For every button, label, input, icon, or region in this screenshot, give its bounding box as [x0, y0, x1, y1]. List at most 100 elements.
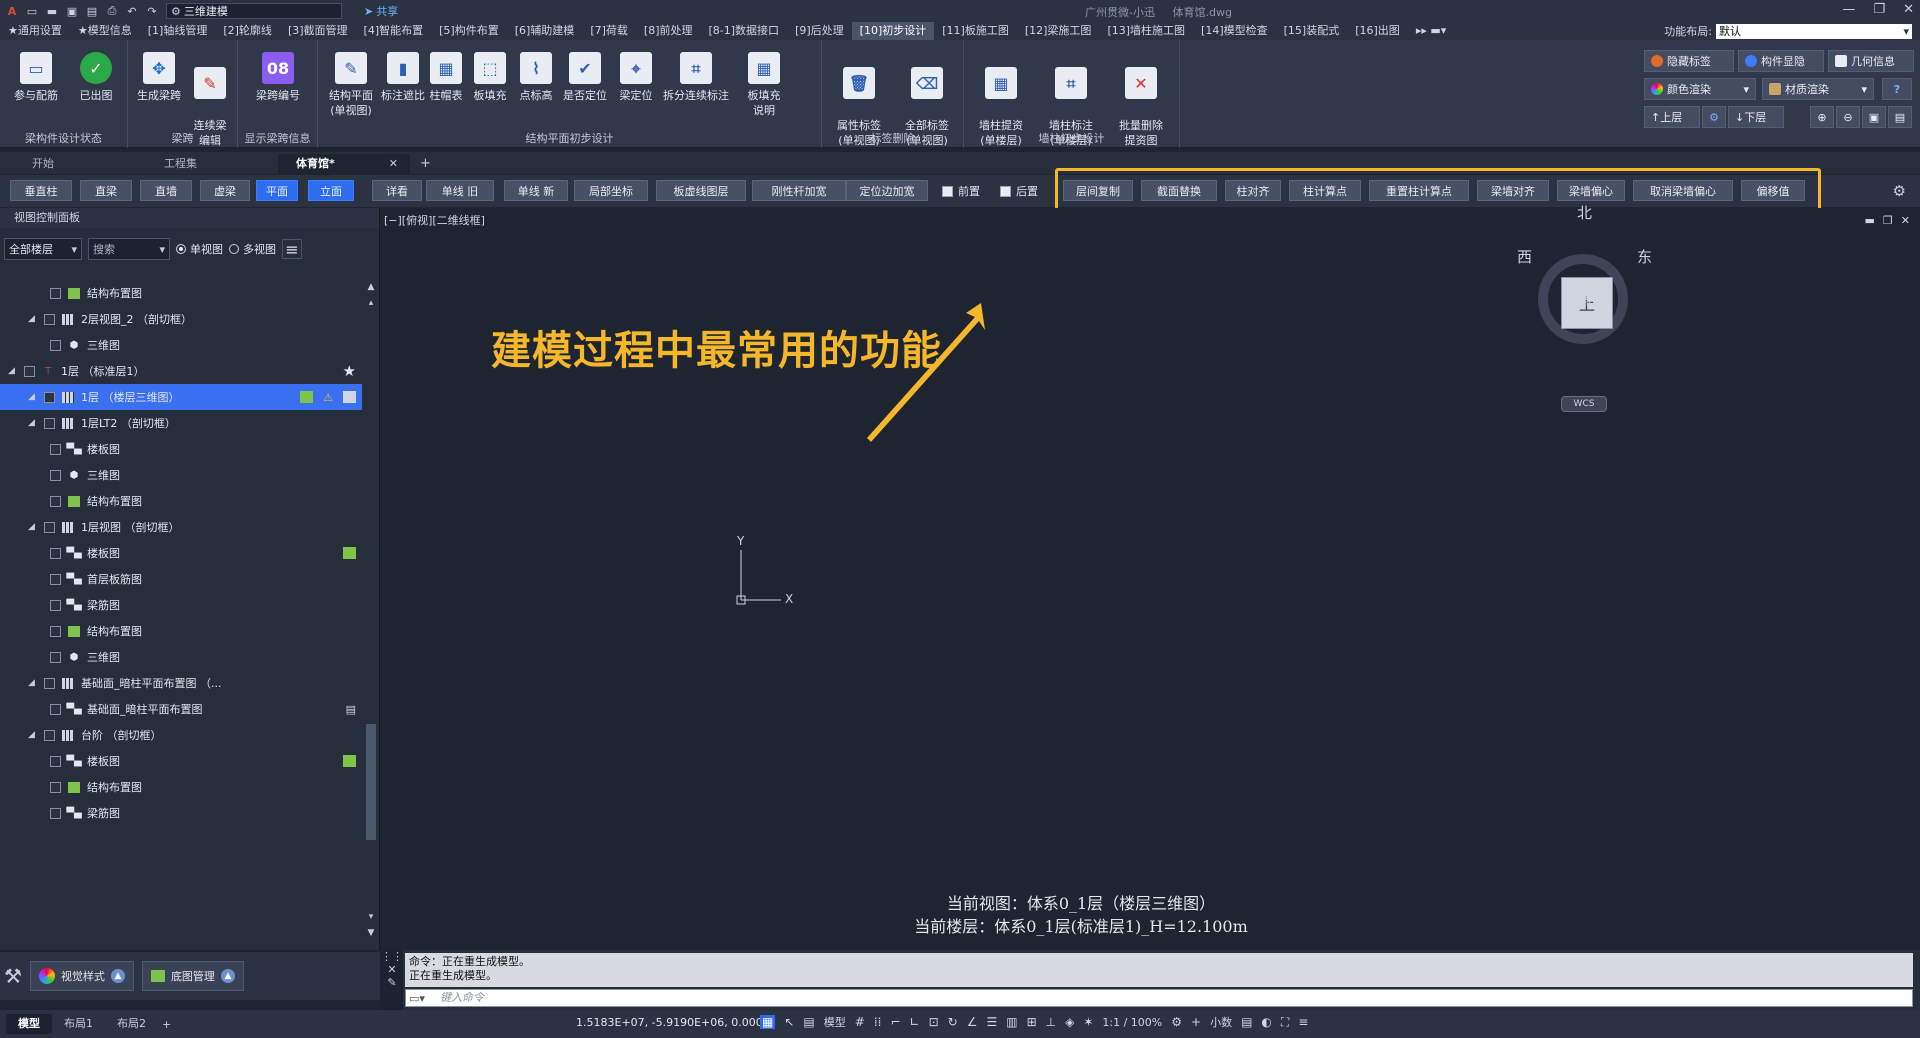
transparency-icon[interactable]: ▥ — [1006, 1015, 1017, 1029]
tools-icon[interactable]: ⚒ — [4, 964, 22, 988]
redo-icon[interactable]: ↷ — [144, 3, 160, 19]
ribbon-button-plan-2[interactable]: ▦ 柱帽表 — [424, 52, 468, 103]
menu-item[interactable]: [4]智能布置 — [356, 22, 432, 40]
tree-checkbox[interactable] — [50, 495, 61, 507]
compass-north[interactable]: 北 — [1577, 202, 1592, 223]
layout-view-icon[interactable] — [343, 755, 356, 767]
scroll-thumb[interactable] — [366, 724, 376, 840]
single-view-radio[interactable]: 单视图 — [176, 241, 223, 257]
annotation-scale-icon[interactable]: ✶ — [1083, 1015, 1093, 1029]
tree-checkbox[interactable] — [44, 729, 55, 741]
panel-menu-icon[interactable]: ≡ — [282, 239, 302, 259]
menu-item[interactable]: [11]板施工图 — [934, 22, 1017, 40]
tab-start[interactable]: 开始 — [14, 154, 146, 174]
osnap-icon[interactable]: ⊡ — [929, 1015, 939, 1029]
ribbon-button-plan-4[interactable]: ⌇ 点标高 — [514, 52, 558, 103]
save-icon[interactable]: ▣ — [64, 3, 80, 19]
command-button[interactable]: 详看 — [372, 180, 422, 201]
ortho-icon[interactable]: ⌐ — [890, 1015, 900, 1029]
save-as-icon[interactable]: ▤ — [84, 3, 100, 19]
fullscreen-icon[interactable]: ⛶ — [1281, 1015, 1289, 1030]
tree-checkbox[interactable] — [44, 313, 55, 325]
share-button[interactable]: ➤ 共享 — [364, 3, 398, 19]
tree-checkbox[interactable] — [44, 391, 55, 403]
expand-icon[interactable]: ◢ — [28, 418, 40, 428]
tree-checkbox[interactable] — [50, 651, 61, 663]
ribbon-button-plan-3[interactable]: ⬚ 板填充 — [468, 52, 512, 103]
command-button[interactable]: 定位边加宽 — [846, 180, 928, 201]
tree-row[interactable]: ▀▄ 梁筋图 — [0, 800, 362, 826]
layout-select[interactable]: 默认 — [1716, 23, 1912, 39]
tree-row[interactable]: ◢ 1层视图 （剖切框） — [0, 514, 362, 540]
display-order-check[interactable]: 后置 — [1000, 183, 1038, 199]
layout-view-icon[interactable] — [343, 547, 356, 559]
undo-icon[interactable]: ↶ — [124, 3, 140, 19]
menu-item[interactable]: [9]后处理 — [787, 22, 852, 40]
grid-icon[interactable]: # — [855, 1015, 865, 1029]
command-button[interactable]: 刚性杆加宽 — [752, 180, 846, 201]
ribbon-button-plan-7[interactable]: ⌗ 拆分连续标注 — [660, 52, 732, 103]
command-button[interactable]: 板虚线图层 — [656, 180, 746, 201]
display-order-check[interactable]: 前置 — [942, 183, 980, 199]
plus-icon[interactable]: + — [1191, 1015, 1201, 1029]
command-button[interactable]: 虚梁 — [200, 180, 250, 201]
zoom-out-icon[interactable]: ⊖ — [1836, 106, 1860, 128]
menu-item[interactable]: [6]辅助建模 — [507, 22, 583, 40]
tree-checkbox[interactable] — [50, 443, 61, 455]
scroll-top-icon[interactable]: ▲ — [364, 282, 378, 292]
tree-row[interactable]: ◢ 2层视图_2 （剖切框） — [0, 306, 362, 332]
restore-icon[interactable]: ❐ — [1873, 2, 1885, 17]
component-visibility-button[interactable]: 构件显隐 — [1738, 50, 1824, 72]
multi-view-radio[interactable]: 多视图 — [229, 241, 276, 257]
compass-west[interactable]: 西 — [1517, 246, 1532, 267]
floor-up-button[interactable]: ↑ 上层 — [1644, 106, 1700, 128]
floor-settings-icon[interactable]: ⚙ — [1702, 106, 1726, 128]
tree-checkbox[interactable] — [50, 755, 61, 767]
expand-icon[interactable]: ◢ — [28, 730, 40, 740]
wrench-icon[interactable]: ✎ — [381, 976, 403, 989]
command-prompt-icon[interactable]: ▭▾ — [409, 991, 425, 1007]
tree-checkbox[interactable] — [50, 703, 61, 715]
menu-item[interactable]: ★通用设置 — [0, 22, 70, 40]
command-button[interactable]: 单线 旧 — [426, 180, 494, 201]
properties-icon[interactable]: ▤ — [1241, 1015, 1252, 1029]
save-view-icon[interactable] — [343, 391, 356, 403]
expand-icon[interactable]: ◢ — [28, 392, 40, 402]
tree-row[interactable]: ▀▄ 梁筋图 — [0, 592, 362, 618]
tree-checkbox[interactable] — [44, 521, 55, 533]
tree-row[interactable]: ⬢ 三维图 — [0, 644, 362, 670]
menu-item[interactable]: [13]墙柱施工图 — [1099, 22, 1193, 40]
scroll-bottom-icon[interactable]: ▼ — [364, 928, 378, 938]
help-icon[interactable]: ? — [1882, 78, 1912, 100]
ribbon-button-plan-0[interactable]: ✎ 结构平面 (单视图) — [324, 52, 378, 118]
tree-row[interactable]: ◢ 台阶 （剖切框） — [0, 722, 362, 748]
ribbon-button-plan-1[interactable]: ▮ 标注遮比 — [380, 52, 426, 103]
minimize-icon[interactable]: — — [1842, 2, 1855, 17]
menu-item[interactable]: [7]荷载 — [582, 22, 636, 40]
menu-item[interactable]: [1]轴线管理 — [140, 22, 216, 40]
expand-icon[interactable]: ◢ — [28, 522, 40, 532]
tree-checkbox[interactable] — [50, 573, 61, 585]
app-logo-icon[interactable]: A — [4, 3, 20, 19]
menu-item[interactable]: [10]初步设计 — [851, 22, 935, 40]
tree-row[interactable]: ▀▄ 楼板图 — [0, 540, 362, 566]
new-file-icon[interactable]: ▭ — [24, 3, 40, 19]
color-render-button[interactable]: 颜色渲染 ▾ — [1644, 78, 1756, 100]
compass-south[interactable]: 南 — [1577, 288, 1592, 309]
menu-item[interactable]: [8-1]数据接口 — [701, 22, 788, 40]
zoom-window-icon[interactable]: ▣ — [1862, 106, 1886, 128]
rotate-icon[interactable]: ↻ — [948, 1015, 958, 1029]
ribbon-button-generate-span[interactable]: ✥ 生成梁跨 — [134, 52, 184, 103]
zoom-extents-icon[interactable]: ▤ — [1888, 106, 1912, 128]
command-button[interactable]: 直墙 — [140, 180, 192, 201]
material-render-button[interactable]: 材质渲染 ▾ — [1762, 78, 1874, 100]
expand-up-icon[interactable]: ▲ — [220, 969, 235, 983]
tab-model[interactable]: 模型 — [6, 1014, 52, 1034]
snap-icon[interactable]: ⁞⁞ — [874, 1015, 882, 1029]
command-button[interactable]: 单线 新 — [504, 180, 568, 201]
isolate-icon[interactable]: ◐ — [1261, 1015, 1271, 1029]
tree-row[interactable]: 结构布置图 — [0, 280, 362, 306]
tree-row[interactable]: ▀▄ 楼板图 — [0, 748, 362, 774]
angle-icon[interactable]: ∠ — [967, 1015, 978, 1029]
model-space-icon[interactable]: ▦ — [760, 1015, 776, 1029]
